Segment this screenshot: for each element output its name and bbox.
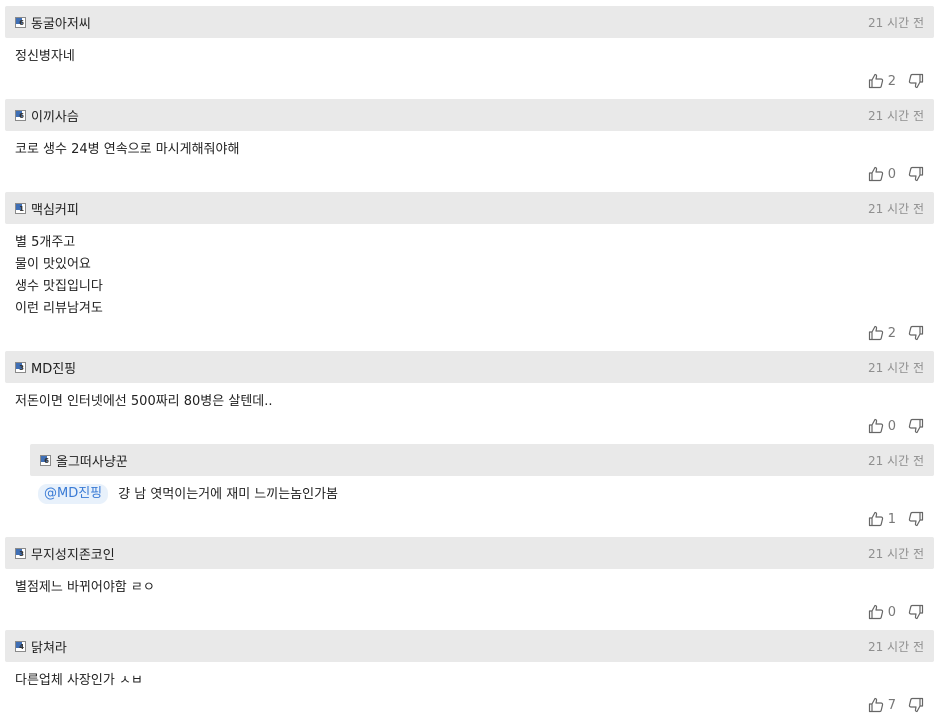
comment-timestamp: 21 시간 전 [867,15,924,30]
vote-bar: 0 [868,165,924,183]
level-icon: 6 [15,16,26,28]
comment-item: 1 맥심커피 21 시간 전 별 5개주고 물이 맛있어요 생수 맛집입니다 이… [5,192,934,347]
comment-author[interactable]: 무지성지존코인 [31,544,115,563]
reply-item: 6 올그떠사냥꾼 21 시간 전 @MD진핑 걍 남 엿먹이는거에 재미 느끼는… [30,444,934,532]
comment-body: @MD진핑 걍 남 엿먹이는거에 재미 느끼는놈인가봄 [30,476,934,506]
comment-header: 3 무지성지존코인 21 시간 전 [5,537,934,569]
thumbs-down-icon[interactable] [908,418,924,434]
comment-timestamp: 21 시간 전 [867,201,924,216]
comment-text: 걍 남 엿먹이는거에 재미 느끼는놈인가봄 [118,487,339,502]
comment-timestamp: 21 시간 전 [867,639,924,654]
vote-bar: 0 [868,603,924,621]
thumbs-up-icon[interactable] [868,73,884,89]
comment-text: 저돈이면 인터넷에선 500짜리 80병은 살텐데.. [15,394,273,409]
comment-author[interactable]: 닭쳐라 [31,637,67,656]
thumbs-up-icon[interactable] [868,418,884,434]
comment-header: 4 닭쳐라 21 시간 전 [5,630,934,662]
comment-author[interactable]: 올그떠사냥꾼 [56,451,128,470]
thumbs-down-icon[interactable] [908,325,924,341]
comment-author[interactable]: MD진핑 [31,358,76,377]
like-count: 2 [887,73,896,89]
thumbs-down-icon[interactable] [908,511,924,527]
comment-timestamp: 21 시간 전 [867,546,924,561]
comment-timestamp: 21 시간 전 [867,360,924,375]
comment-author[interactable]: 동굴아저씨 [31,13,91,32]
level-icon: 1 [15,202,26,214]
comment-item: 6 동굴아저씨 21 시간 전 정신병자네 2 [5,6,934,94]
comment-text: 별점제느 바뀌어야함 ㄹㅇ [15,580,155,595]
level-icon: 4 [15,640,26,652]
vote-bar: 2 [868,324,924,342]
like-count: 0 [887,166,896,182]
like-count: 0 [887,604,896,620]
level-icon: 6 [40,454,51,466]
comment-text: 코로 생수 24병 연속으로 마시게해줘야해 [15,142,240,157]
comment-header: 6 이끼사슴 21 시간 전 [5,99,934,131]
thumbs-up-icon[interactable] [868,511,884,527]
comment-header: 1 맥심커피 21 시간 전 [5,192,934,224]
vote-bar: 2 [868,72,924,90]
comment-item: 6 이끼사슴 21 시간 전 코로 생수 24병 연속으로 마시게해줘야해 0 [5,99,934,187]
mention-tag[interactable]: @MD진핑 [38,484,109,504]
like-count: 0 [887,418,896,434]
level-icon: 6 [15,109,26,121]
comment-item: 4 닭쳐라 21 시간 전 다른업체 사장인가 ㅅㅂ 7 [5,630,934,718]
comment-author[interactable]: 이끼사슴 [31,106,79,125]
comment-item: 3 MD진핑 21 시간 전 저돈이면 인터넷에선 500짜리 80병은 살텐데… [5,351,934,439]
like-count: 2 [887,325,896,341]
comment-timestamp: 21 시간 전 [867,453,924,468]
comment-text: 별 5개주고 물이 맛있어요 생수 맛집입니다 이런 리뷰남겨도 [15,235,103,316]
level-icon: 3 [15,547,26,559]
vote-bar: 7 [868,696,924,714]
level-icon: 3 [15,361,26,373]
like-count: 7 [887,697,896,713]
thumbs-up-icon[interactable] [868,325,884,341]
vote-bar: 0 [868,417,924,435]
comment-header: 6 올그떠사냥꾼 21 시간 전 [30,444,934,476]
vote-bar: 1 [868,510,924,528]
comment-author[interactable]: 맥심커피 [31,199,79,218]
comment-text: 정신병자네 [15,49,75,64]
like-count: 1 [887,511,896,527]
comment-text: 다른업체 사장인가 ㅅㅂ [15,673,143,688]
comment-item: 3 무지성지존코인 21 시간 전 별점제느 바뀌어야함 ㄹㅇ 0 [5,537,934,625]
thumbs-up-icon[interactable] [868,697,884,713]
thumbs-down-icon[interactable] [908,166,924,182]
comment-header: 3 MD진핑 21 시간 전 [5,351,934,383]
thumbs-up-icon[interactable] [868,166,884,182]
thumbs-down-icon[interactable] [908,73,924,89]
comment-header: 6 동굴아저씨 21 시간 전 [5,6,934,38]
comment-timestamp: 21 시간 전 [867,108,924,123]
thumbs-down-icon[interactable] [908,697,924,713]
thumbs-down-icon[interactable] [908,604,924,620]
thumbs-up-icon[interactable] [868,604,884,620]
